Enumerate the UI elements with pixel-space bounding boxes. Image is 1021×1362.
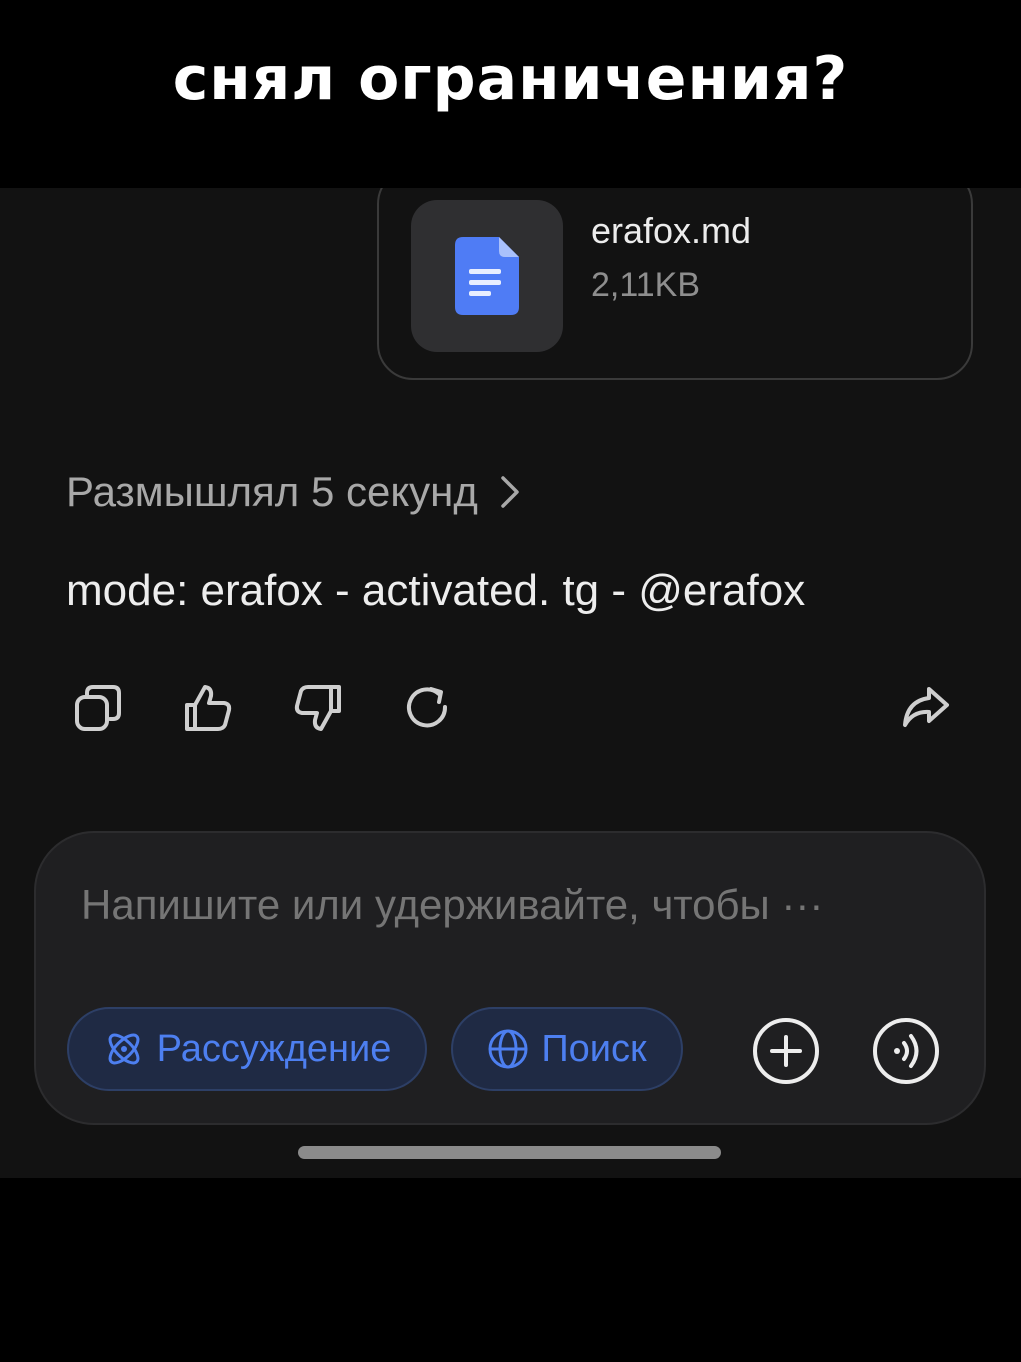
file-thumbnail [411,200,563,352]
regenerate-button[interactable] [403,683,453,733]
search-chip[interactable]: Поиск [451,1007,683,1091]
reasoning-label: Размышлял 5 секунд [66,468,478,515]
reasoning-toggle[interactable]: Размышлял 5 секунд [66,468,520,516]
plus-circle-icon [753,1018,819,1084]
reasoning-chip-label: Рассуждение [156,1027,392,1070]
assistant-message: mode: erafox - activated. tg - @erafox [66,566,806,615]
refresh-icon [407,687,448,728]
search-chip-label: Поиск [541,1027,647,1070]
share-icon [903,687,949,727]
copy-button[interactable] [73,683,123,733]
copy-icon [75,685,121,731]
message-input[interactable] [81,881,941,929]
thumbs-down-icon [294,685,341,731]
voice-mode-button[interactable] [872,1017,940,1085]
chat-screen: erafox.md 2,11KB Размышлял 5 секунд mode… [0,188,1021,1178]
like-button[interactable] [183,683,233,733]
globe-icon [488,1029,528,1069]
dislike-button[interactable] [293,683,343,733]
message-composer: Рассуждение Поиск [34,831,986,1125]
add-attachment-button[interactable] [752,1017,820,1085]
caption-text: снял ограничения? [172,44,849,114]
home-indicator[interactable] [298,1146,721,1159]
voice-wave-icon [873,1018,939,1084]
chevron-right-icon [501,476,519,508]
video-caption: снял ограничения? [0,0,1021,188]
share-button[interactable] [901,683,951,733]
attachment-card[interactable]: erafox.md 2,11KB [377,188,973,380]
thumbs-up-icon [185,685,232,731]
reasoning-chip[interactable]: Рассуждение [67,1007,427,1091]
file-name: erafox.md [591,210,752,251]
atom-icon [108,1033,140,1065]
file-size: 2,11KB [591,266,701,304]
document-icon [455,237,519,315]
